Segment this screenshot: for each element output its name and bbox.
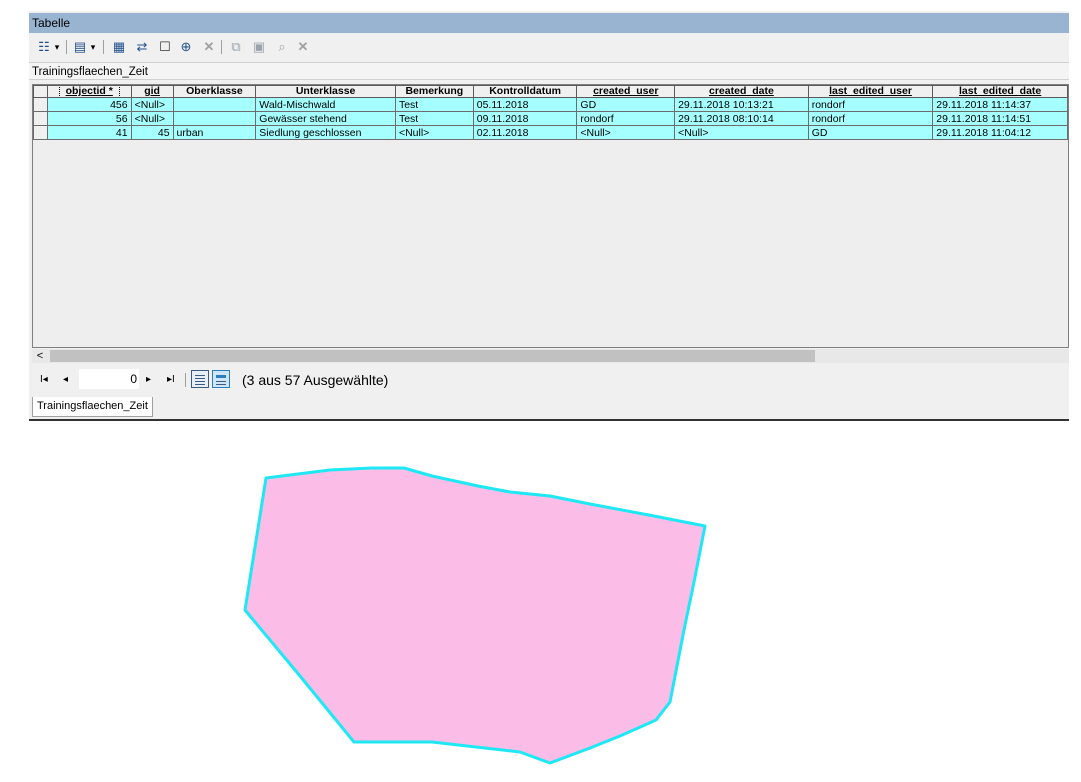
selected-polygon-feature[interactable] — [243, 466, 707, 765]
map-view[interactable] — [0, 0, 1081, 782]
